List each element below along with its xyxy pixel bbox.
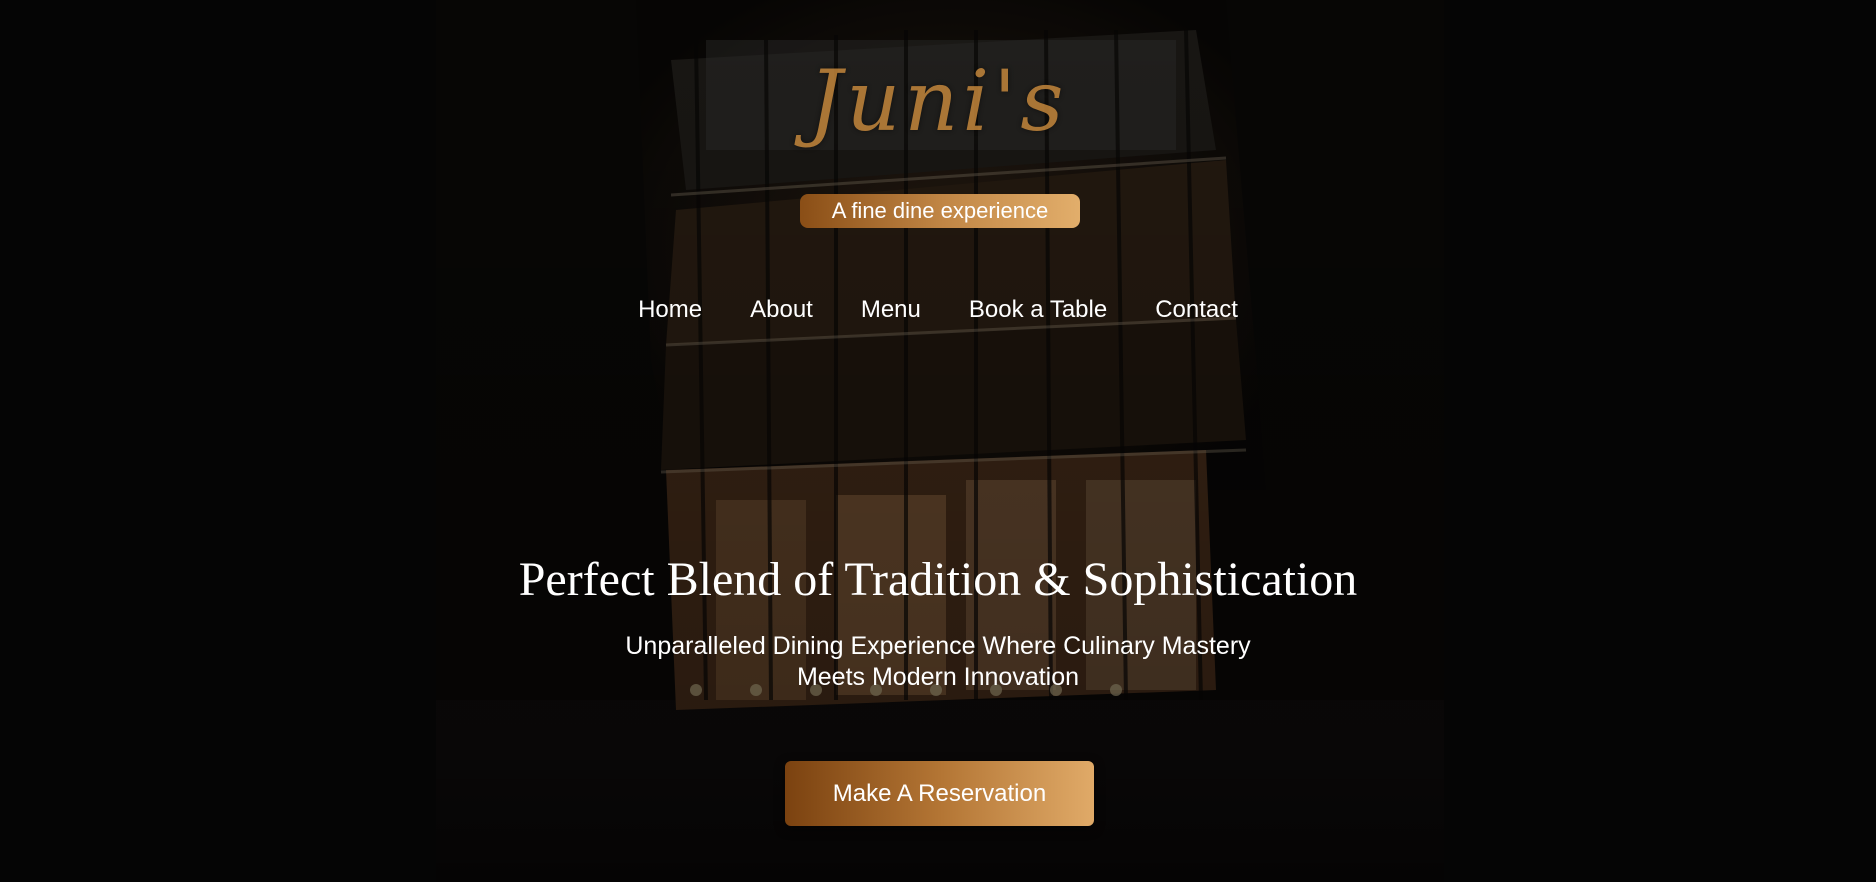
- hero-headline: Perfect Blend of Tradition & Sophisticat…: [518, 553, 1358, 606]
- brand-logo[interactable]: Juni's: [0, 52, 1876, 150]
- hero-subheadline-line-2: Meets Modern Innovation: [796, 663, 1080, 691]
- nav-book-a-table[interactable]: Book a Table: [969, 296, 1107, 324]
- main-nav: Home About Menu Book a Table Contact: [0, 296, 1876, 324]
- hero-section: Juni's A fine dine experience Home About…: [0, 0, 1876, 882]
- hero-subheadline-line-1: Unparalleled Dining Experience Where Cul…: [625, 632, 1251, 660]
- hero-subheadline: Unparalleled Dining Experience Where Cul…: [588, 631, 1288, 693]
- tagline-badge: A fine dine experience: [800, 194, 1080, 228]
- nav-menu[interactable]: Menu: [861, 296, 921, 324]
- make-reservation-button[interactable]: Make A Reservation: [785, 761, 1094, 826]
- nav-contact[interactable]: Contact: [1155, 296, 1238, 324]
- nav-about[interactable]: About: [750, 296, 813, 324]
- nav-home[interactable]: Home: [638, 296, 702, 324]
